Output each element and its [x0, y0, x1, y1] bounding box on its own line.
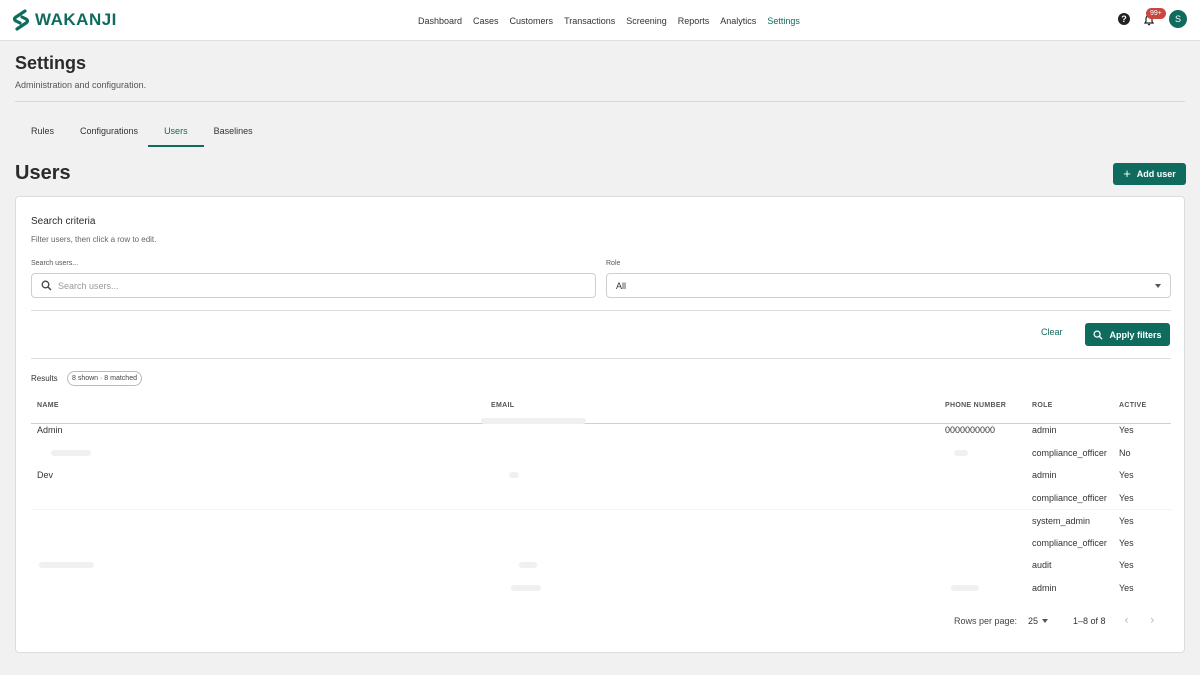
notifications-button[interactable]: 99+ [1143, 8, 1166, 26]
chevron-down-icon [1155, 284, 1161, 288]
table-row[interactable]: compliance_officer Yes [31, 487, 1171, 509]
cell-active: Yes [1119, 425, 1134, 435]
role-field-label: Role [606, 260, 621, 267]
table-row[interactable]: compliance_officer No [31, 442, 1171, 464]
column-header-role[interactable]: ROLE [1032, 402, 1053, 409]
search-criteria-subtitle: Filter users, then click a row to edit. [31, 235, 157, 244]
cell-role: system_admin [1032, 516, 1091, 526]
previous-page-button[interactable]: ‹ [1124, 613, 1129, 627]
divider [31, 358, 1171, 359]
table-row[interactable]: admin Yes [31, 577, 1171, 599]
cell-phone: 0000000000 [945, 425, 996, 435]
apply-filters-label: Apply filters [1109, 329, 1162, 340]
add-user-label: Add user [1136, 169, 1176, 179]
cell-active: Yes [1119, 516, 1134, 526]
search-criteria-title: Search criteria [31, 216, 96, 227]
cell-role: admin [1032, 583, 1057, 593]
cell-role: admin [1032, 470, 1057, 480]
search-icon [41, 280, 52, 291]
next-page-button[interactable]: › [1150, 613, 1155, 627]
cell-role: compliance_officer [1032, 538, 1107, 548]
settings-tabs: Rules Configurations Users Baselines [15, 118, 263, 148]
nav-analytics[interactable]: Analytics [720, 16, 756, 26]
cell-active: Yes [1119, 538, 1134, 548]
nav-settings[interactable]: Settings [767, 16, 800, 26]
top-navigation-bar: WAKANJI Dashboard Cases Customers Transa… [0, 0, 1200, 41]
cell-name: Admin [37, 425, 63, 435]
redacted-email [481, 418, 586, 424]
tab-rules[interactable]: Rules [15, 118, 70, 147]
brand-logo[interactable]: WAKANJI [11, 9, 117, 31]
table-row[interactable]: audit Yes [31, 554, 1171, 576]
cell-role: compliance_officer [1032, 448, 1107, 458]
column-header-phone[interactable]: PHONE NUMBER [945, 402, 1006, 409]
search-users-field [31, 273, 596, 298]
users-card: Search criteria Filter users, then click… [15, 196, 1185, 653]
page-subtitle: Administration and configuration. [15, 80, 147, 90]
cell-active: Yes [1119, 560, 1134, 570]
users-section-title: Users [15, 162, 71, 184]
wakanji-logo-icon [12, 9, 30, 31]
search-field-label: Search users... [31, 260, 79, 267]
nav-transactions[interactable]: Transactions [564, 16, 615, 26]
chevron-down-icon [1042, 619, 1048, 623]
redacted-email [509, 472, 519, 478]
table-row[interactable]: system_admin Yes [31, 509, 1171, 531]
search-icon [1093, 329, 1104, 340]
cell-active: Yes [1119, 493, 1134, 503]
nav-reports[interactable]: Reports [678, 16, 710, 26]
nav-cases[interactable]: Cases [473, 16, 499, 26]
table-row[interactable]: Dev admin Yes [31, 464, 1171, 486]
redacted-email [519, 562, 537, 568]
nav-screening[interactable]: Screening [626, 16, 667, 26]
redacted-phone [951, 585, 979, 591]
cell-role: admin [1032, 425, 1057, 435]
user-avatar[interactable]: S [1169, 10, 1187, 28]
column-header-name[interactable]: NAME [37, 402, 59, 409]
search-input[interactable] [58, 278, 578, 294]
tab-configurations[interactable]: Configurations [70, 118, 148, 147]
plus-icon: + [1123, 166, 1131, 181]
cell-active: Yes [1119, 583, 1134, 593]
role-select[interactable]: All [606, 273, 1171, 298]
role-select-value: All [616, 281, 627, 291]
cell-active: Yes [1119, 470, 1134, 480]
redacted-name [39, 562, 94, 568]
table-row[interactable]: compliance_officer Yes [31, 532, 1171, 554]
redacted-email [511, 585, 541, 591]
column-header-email[interactable]: EMAIL [491, 402, 514, 409]
page-title: Settings [15, 53, 87, 73]
main-nav: Dashboard Cases Customers Transactions S… [418, 0, 811, 41]
rows-per-page-select[interactable]: 25 [1028, 616, 1038, 626]
divider [15, 101, 1185, 102]
apply-filters-button[interactable]: Apply filters [1085, 323, 1170, 346]
cell-role: compliance_officer [1032, 493, 1107, 503]
notification-count-badge: 99+ [1146, 8, 1166, 19]
tab-users[interactable]: Users [148, 118, 204, 147]
column-header-active[interactable]: ACTIVE [1119, 402, 1146, 409]
cell-name: Dev [37, 470, 54, 480]
cell-active: No [1119, 448, 1131, 458]
divider [31, 310, 1171, 311]
rows-per-page-label: Rows per page: [954, 616, 1018, 626]
nav-customers[interactable]: Customers [510, 16, 554, 26]
nav-dashboard[interactable]: Dashboard [418, 16, 462, 26]
table-row[interactable]: Admin 0000000000 admin Yes [31, 418, 1171, 441]
cell-role: audit [1032, 560, 1052, 570]
redacted-name [51, 450, 91, 456]
redacted-phone [954, 450, 968, 456]
add-user-button[interactable]: + Add user [1113, 163, 1186, 185]
pagination-range: 1–8 of 8 [1073, 616, 1106, 626]
clear-filters-button[interactable]: Clear [1041, 327, 1063, 337]
results-label: Results [31, 374, 58, 383]
help-circle-icon[interactable]: ? [1118, 13, 1130, 25]
brand-name: WAKANJI [35, 10, 117, 29]
results-count-badge: 8 shown · 8 matched [67, 371, 142, 386]
header-actions: ? 99+ S [1118, 8, 1187, 28]
tab-baselines[interactable]: Baselines [204, 118, 263, 147]
